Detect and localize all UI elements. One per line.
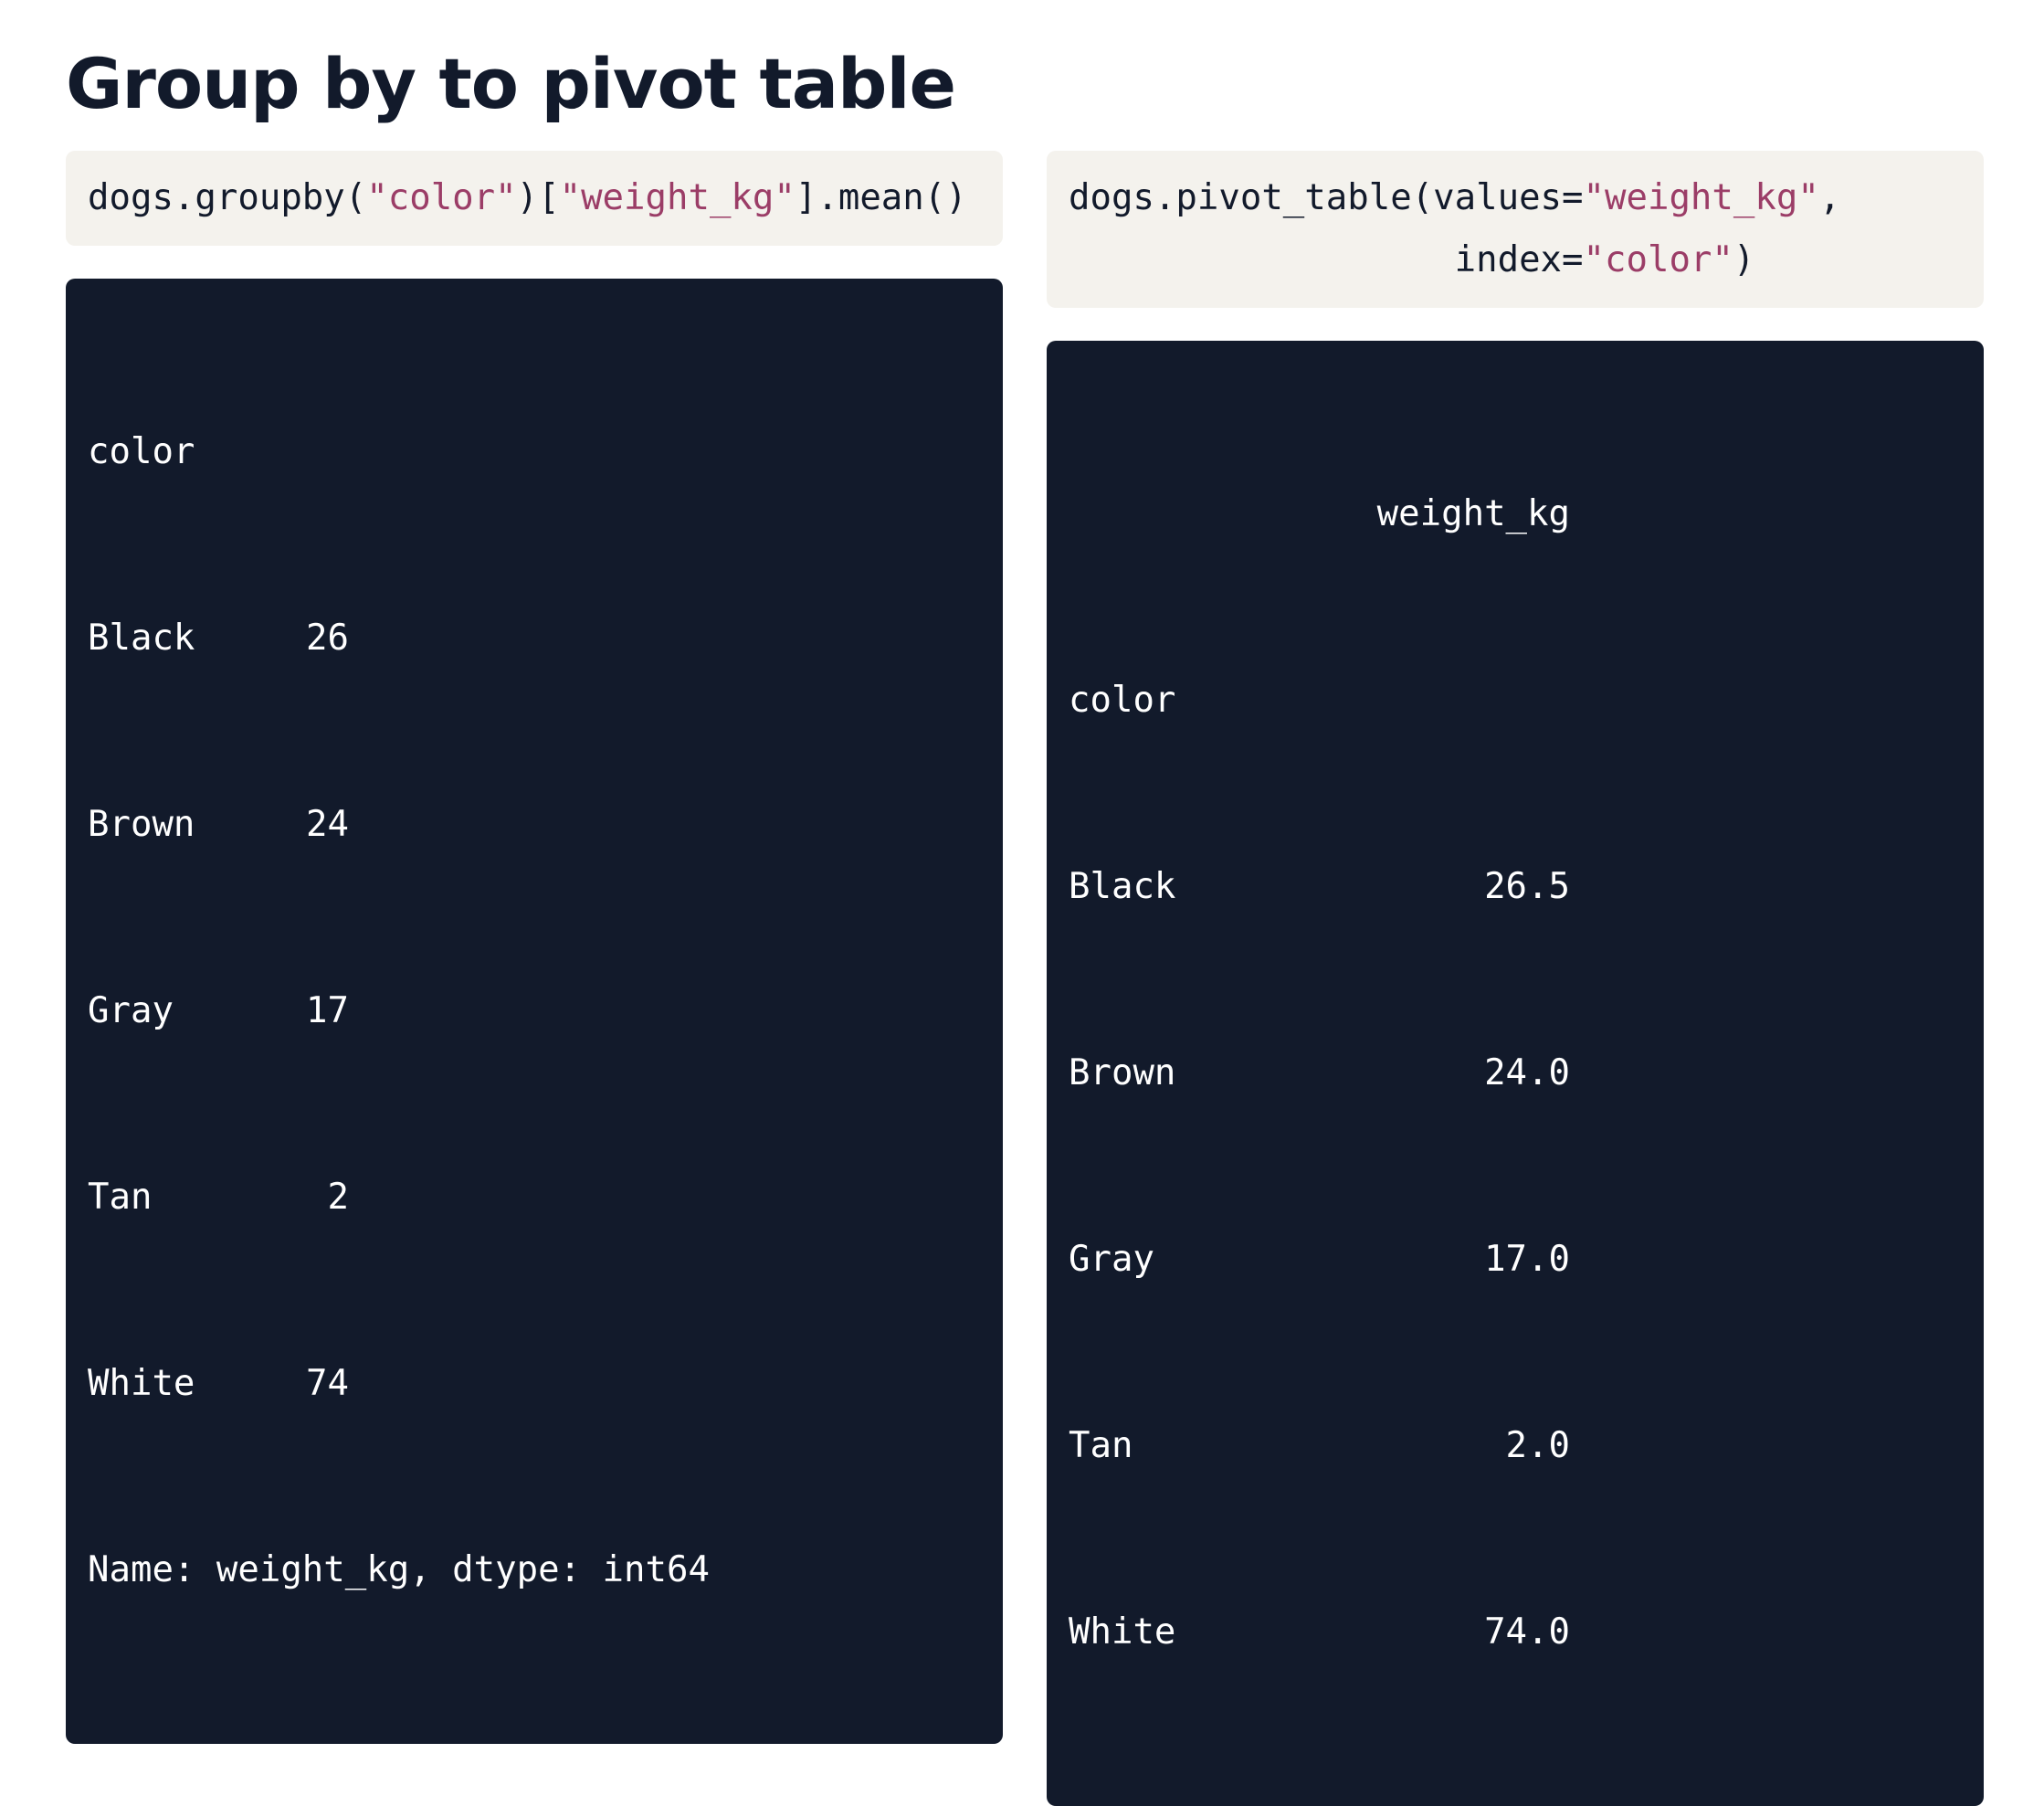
- code-text: ,: [1818, 177, 1841, 218]
- code-line: index="color"): [1069, 229, 1962, 291]
- row-label: Black: [88, 618, 195, 659]
- pivot-table-code-block: dogs.pivot_table(values="weight_kg", ind…: [1047, 151, 1984, 308]
- row-label: Black: [1069, 866, 1176, 907]
- output-row: White 74.0: [1069, 1601, 1962, 1663]
- pivot-table-column: dogs.pivot_table(values="weight_kg", ind…: [1047, 151, 1984, 1806]
- output-index-name: color: [1069, 680, 1176, 721]
- output-index-name: color: [88, 431, 195, 472]
- row-label: Brown: [1069, 1052, 1176, 1093]
- code-string: "weight_kg": [1583, 177, 1819, 218]
- code-text: dogs.pivot_table(values=: [1069, 177, 1584, 218]
- output-row: Brown 24: [88, 794, 981, 856]
- code-text: dogs.groupby(: [88, 177, 367, 218]
- output-footer: Name: weight_kg, dtype: int64: [88, 1549, 710, 1590]
- code-string: "color": [366, 177, 517, 218]
- row-value: 26.5: [1484, 866, 1570, 907]
- output-row: Brown 24.0: [1069, 1042, 1962, 1104]
- row-value: 24.0: [1484, 1052, 1570, 1093]
- code-text: index=: [1454, 239, 1584, 280]
- row-label: Tan: [88, 1177, 153, 1218]
- groupby-column: dogs.groupby("color")["weight_kg"].mean(…: [66, 151, 1003, 1744]
- groupby-code-block: dogs.groupby("color")["weight_kg"].mean(…: [66, 151, 1003, 246]
- output-row: White 74: [88, 1353, 981, 1415]
- row-label: Gray: [1069, 1239, 1154, 1280]
- output-header-row: weight_kg: [1069, 483, 1962, 545]
- row-label: Gray: [88, 990, 174, 1031]
- row-value: 74: [306, 1363, 349, 1404]
- row-value: 26: [306, 618, 349, 659]
- code-text: )[: [516, 177, 560, 218]
- output-row: Tan 2: [88, 1167, 981, 1229]
- row-label: White: [88, 1363, 195, 1404]
- groupby-output-block: color Black 26 Brown 24 Gray 17 Tan 2 White 7…: [66, 279, 1003, 1744]
- page-title: Group by to pivot table: [66, 43, 956, 124]
- row-label: Tan: [1069, 1425, 1133, 1466]
- row-value: 17: [306, 990, 349, 1031]
- code-string: "weight_kg": [559, 177, 795, 218]
- row-label: Brown: [88, 804, 195, 845]
- output-row: Black 26: [88, 607, 981, 670]
- row-value: 2.0: [1505, 1425, 1570, 1466]
- output-row: Black 26.5: [1069, 856, 1962, 918]
- row-value: 24: [306, 804, 349, 845]
- code-string: "color": [1583, 239, 1733, 280]
- row-value: 2: [327, 1177, 349, 1218]
- output-row: Tan 2.0: [1069, 1415, 1962, 1477]
- pivot-table-output-block: weight_kg color Black 26.5 Brown 24.0 Gray…: [1047, 341, 1984, 1806]
- row-value: 74.0: [1484, 1611, 1570, 1653]
- code-line: dogs.pivot_table(values="weight_kg",: [1069, 167, 1962, 229]
- output-column-header: weight_kg: [1376, 493, 1570, 534]
- row-label: White: [1069, 1611, 1176, 1653]
- code-text: ].mean(): [795, 177, 967, 218]
- output-row: Gray 17: [88, 980, 981, 1042]
- output-row: Gray 17.0: [1069, 1229, 1962, 1291]
- code-text: ): [1733, 239, 1755, 280]
- row-value: 17.0: [1484, 1239, 1570, 1280]
